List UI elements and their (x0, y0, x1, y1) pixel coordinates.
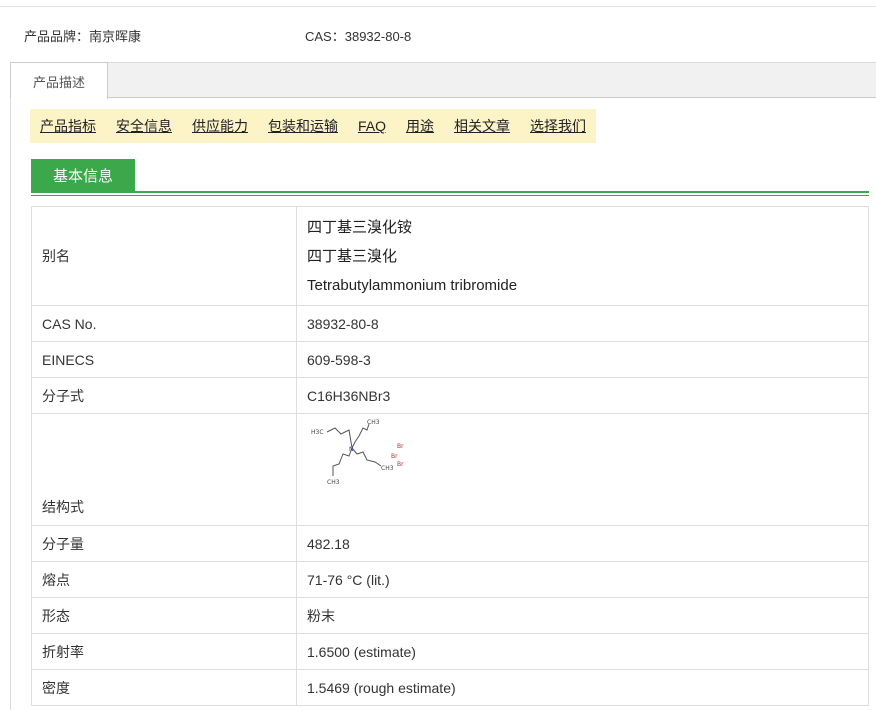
row-key: 形态 (31, 597, 297, 634)
table-row: EINECS 609-598-3 (31, 341, 869, 378)
row-key: 折射率 (31, 633, 297, 670)
alias-value: 四丁基三溴化铵 (307, 218, 413, 236)
row-key: CAS No. (31, 305, 297, 342)
atom-label-n: N (349, 446, 354, 453)
cas-value: 38932-80-8 (344, 29, 412, 44)
row-value: 38932-80-8 (296, 305, 869, 342)
alias-value: Tetrabutylammonium tribromide (307, 276, 518, 294)
row-value: 粉末 (296, 597, 869, 634)
nav-link-usage[interactable]: 用途 (406, 116, 434, 136)
section-rule-thin (31, 195, 869, 196)
row-value: C16H36NBr3 (296, 377, 869, 414)
nav-link-faq[interactable]: FAQ (358, 118, 386, 134)
table-row: 熔点 71-76 °C (lit.) (31, 561, 869, 598)
table-row-alias: 别名 四丁基三溴化铵 四丁基三溴化 Tetrabutylammonium tri… (31, 206, 869, 306)
nav-link-specs[interactable]: 产品指标 (40, 116, 96, 136)
atom-label-h3c: H3C (311, 429, 324, 436)
row-key: 熔点 (31, 561, 297, 598)
atom-label-ch3: CH3 (381, 465, 394, 472)
table-row: CAS No. 38932-80-8 (31, 305, 869, 342)
nav-link-safety[interactable]: 安全信息 (116, 116, 172, 136)
table-row-structure: 结构式 H3C CH3 N CH3 CH3 Br Br Br (31, 413, 869, 526)
cas-label: CAS： (305, 29, 345, 44)
section-nav: 产品指标 安全信息 供应能力 包装和运输 FAQ 用途 相关文章 选择我们 (30, 109, 596, 143)
table-row: 分子量 482.18 (31, 525, 869, 562)
nav-link-choose-us[interactable]: 选择我们 (530, 116, 586, 136)
nav-link-packaging[interactable]: 包装和运输 (268, 116, 338, 136)
basic-info-table: 别名 四丁基三溴化铵 四丁基三溴化 Tetrabutylammonium tri… (31, 206, 869, 706)
table-row: 折射率 1.6500 (estimate) (31, 633, 869, 670)
section-rule (31, 191, 869, 193)
structure-cell: H3C CH3 N CH3 CH3 Br Br Br (296, 413, 869, 526)
atom-label-ch3: CH3 (367, 419, 380, 426)
row-value: 1.6500 (estimate) (296, 633, 869, 670)
brand-value: 南京晖康 (89, 29, 142, 44)
tab-bar: 产品描述 (10, 62, 876, 99)
cas-meta: CAS：38932-80-8 (305, 26, 411, 45)
row-key: 密度 (31, 669, 297, 706)
alias-values: 四丁基三溴化铵 四丁基三溴化 Tetrabutylammonium tribro… (296, 206, 869, 306)
table-row: 分子式 C16H36NBr3 (31, 377, 869, 414)
nav-link-supply[interactable]: 供应能力 (192, 116, 248, 136)
butyl-chain (351, 423, 370, 449)
atom-label-br: Br (397, 443, 404, 450)
row-key: 分子式 (31, 377, 297, 414)
row-key: EINECS (31, 341, 297, 378)
row-value: 609-598-3 (296, 341, 869, 378)
structure-key: 结构式 (31, 413, 297, 526)
row-value: 1.5469 (rough estimate) (296, 669, 869, 706)
alias-key: 别名 (31, 206, 297, 306)
row-value: 71-76 °C (lit.) (296, 561, 869, 598)
top-divider (0, 6, 876, 7)
nav-link-articles[interactable]: 相关文章 (454, 116, 510, 136)
row-key: 分子量 (31, 525, 297, 562)
butyl-chain (326, 427, 353, 449)
table-row: 形态 粉末 (31, 597, 869, 634)
butyl-chain (351, 447, 382, 467)
atom-label-ch3: CH3 (327, 479, 340, 486)
row-value: 482.18 (296, 525, 869, 562)
product-meta: 产品品牌： 南京晖康 CAS：38932-80-8 (24, 26, 411, 45)
table-row: 密度 1.5469 (rough estimate) (31, 669, 869, 706)
brand-label: 产品品牌： (24, 29, 90, 44)
content-left-border (10, 98, 11, 710)
section-header: 基本信息 (31, 159, 869, 197)
structure-image: H3C CH3 N CH3 CH3 Br Br Br (311, 419, 404, 486)
atom-label-br: Br (391, 453, 398, 460)
tab-product-description[interactable]: 产品描述 (10, 62, 108, 99)
section-title: 基本信息 (31, 159, 135, 191)
atom-label-br: Br (397, 461, 404, 468)
alias-value: 四丁基三溴化 (307, 247, 398, 265)
